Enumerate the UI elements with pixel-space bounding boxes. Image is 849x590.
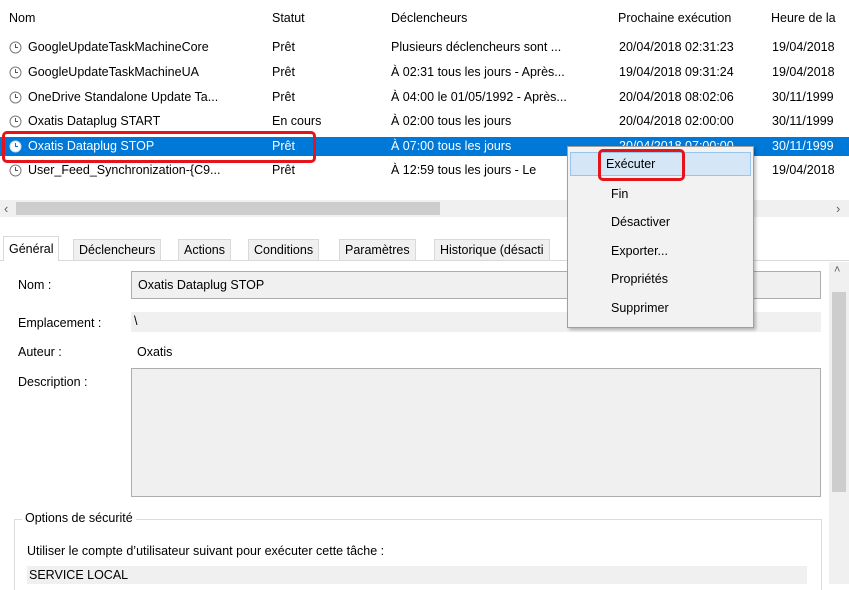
- task-trigger: À 02:00 tous les jours: [391, 114, 512, 128]
- scroll-left-icon[interactable]: ‹: [4, 201, 8, 216]
- task-trigger: À 04:00 le 01/05/1992 - Après...: [391, 90, 567, 104]
- column-header-name[interactable]: Nom: [9, 11, 35, 25]
- column-header-next-run[interactable]: Prochaine exécution: [618, 11, 731, 25]
- clock-icon: [9, 91, 22, 104]
- menu-item-end[interactable]: Fin: [568, 183, 753, 207]
- description-label: Description :: [18, 375, 88, 389]
- task-trigger: À 07:00 tous les jours: [391, 139, 512, 153]
- task-name: GoogleUpdateTaskMachineUA: [28, 65, 199, 79]
- menu-item-label: Désactiver: [611, 215, 671, 229]
- task-highlight-box: [2, 131, 316, 163]
- task-trigger: À 12:59 tous les jours - Le: [391, 163, 537, 177]
- tab-general[interactable]: Général: [3, 236, 60, 261]
- description-field[interactable]: [131, 368, 821, 497]
- vertical-scrollbar[interactable]: ˄: [829, 262, 849, 584]
- task-last-run: 19/04/2018: [772, 40, 835, 54]
- name-label: Nom :: [18, 278, 52, 292]
- run-highlight-box: [598, 149, 685, 181]
- column-header-triggers[interactable]: Déclencheurs: [391, 11, 467, 25]
- menu-item-label: Propriétés: [611, 272, 668, 286]
- task-trigger: À 02:31 tous les jours - Après...: [391, 65, 565, 79]
- task-last-run: 19/04/2018: [772, 65, 835, 79]
- column-header-last-run[interactable]: Heure de la: [771, 11, 836, 25]
- task-name: GoogleUpdateTaskMachineCore: [28, 40, 209, 54]
- menu-item-label: Exporter...: [611, 244, 668, 258]
- task-list-header: Nom Statut Déclencheurs Prochaine exécut…: [0, 0, 849, 30]
- scroll-right-icon[interactable]: ›: [836, 201, 840, 216]
- task-row[interactable]: GoogleUpdateTaskMachineCore Prêt Plusieu…: [0, 38, 849, 57]
- task-status: Prêt: [272, 90, 295, 104]
- location-label: Emplacement :: [18, 316, 102, 330]
- task-next-run: 20/04/2018 08:02:06: [619, 90, 734, 104]
- task-row[interactable]: OneDrive Standalone Update Ta... Prêt À …: [0, 88, 849, 107]
- tab-conditions[interactable]: Conditions: [248, 239, 320, 260]
- task-status: Prêt: [272, 65, 295, 79]
- task-status: Prêt: [272, 40, 295, 54]
- task-name: Oxatis Dataplug START: [28, 114, 161, 128]
- task-row[interactable]: GoogleUpdateTaskMachineUA Prêt À 02:31 t…: [0, 63, 849, 82]
- menu-item-label: Fin: [611, 187, 629, 201]
- column-header-status[interactable]: Statut: [272, 11, 305, 25]
- task-status: Prêt: [272, 163, 295, 177]
- location-value: \: [134, 314, 138, 328]
- task-last-run: 30/11/1999: [772, 90, 834, 104]
- clock-icon: [9, 41, 22, 54]
- tab-actions[interactable]: Actions: [178, 239, 231, 260]
- task-status: En cours: [272, 114, 322, 128]
- menu-item-label: Supprimer: [611, 301, 669, 315]
- scroll-up-icon[interactable]: ˄: [834, 264, 840, 276]
- tab-settings[interactable]: Paramètres: [339, 239, 416, 260]
- task-row[interactable]: Oxatis Dataplug START En cours À 02:00 t…: [0, 112, 849, 131]
- task-name: User_Feed_Synchronization-{C9...: [28, 163, 221, 177]
- task-next-run: 19/04/2018 09:31:24: [619, 65, 734, 79]
- clock-icon: [9, 66, 22, 79]
- clock-icon: [9, 115, 22, 128]
- security-title: Options de sécurité: [22, 511, 136, 525]
- menu-item-delete[interactable]: Supprimer: [568, 297, 753, 321]
- account-value: SERVICE LOCAL: [29, 568, 129, 582]
- name-value: Oxatis Dataplug STOP: [138, 278, 265, 292]
- menu-item-export[interactable]: Exporter...: [568, 240, 753, 264]
- task-last-run: 30/11/1999: [772, 114, 834, 128]
- account-field: SERVICE LOCAL: [27, 566, 807, 584]
- task-last-run: 19/04/2018: [772, 163, 835, 177]
- scrollbar-thumb[interactable]: [16, 202, 440, 215]
- clock-icon: [9, 164, 22, 177]
- task-trigger: Plusieurs déclencheurs sont ...: [391, 40, 562, 54]
- tab-history[interactable]: Historique (désacti: [434, 239, 550, 260]
- menu-item-properties[interactable]: Propriétés: [568, 268, 753, 292]
- task-next-run: 20/04/2018 02:00:00: [619, 114, 734, 128]
- task-last-run: 30/11/1999: [772, 139, 834, 153]
- scrollbar-thumb[interactable]: [832, 292, 846, 492]
- tab-triggers[interactable]: Déclencheurs: [73, 239, 162, 260]
- security-text: Utiliser le compte d’utilisateur suivant…: [27, 544, 385, 558]
- task-next-run: 20/04/2018 02:31:23: [619, 40, 734, 54]
- task-name: OneDrive Standalone Update Ta...: [28, 90, 219, 104]
- author-label: Auteur :: [18, 345, 62, 359]
- menu-item-disable[interactable]: Désactiver: [568, 211, 753, 235]
- author-value: Oxatis: [137, 345, 173, 359]
